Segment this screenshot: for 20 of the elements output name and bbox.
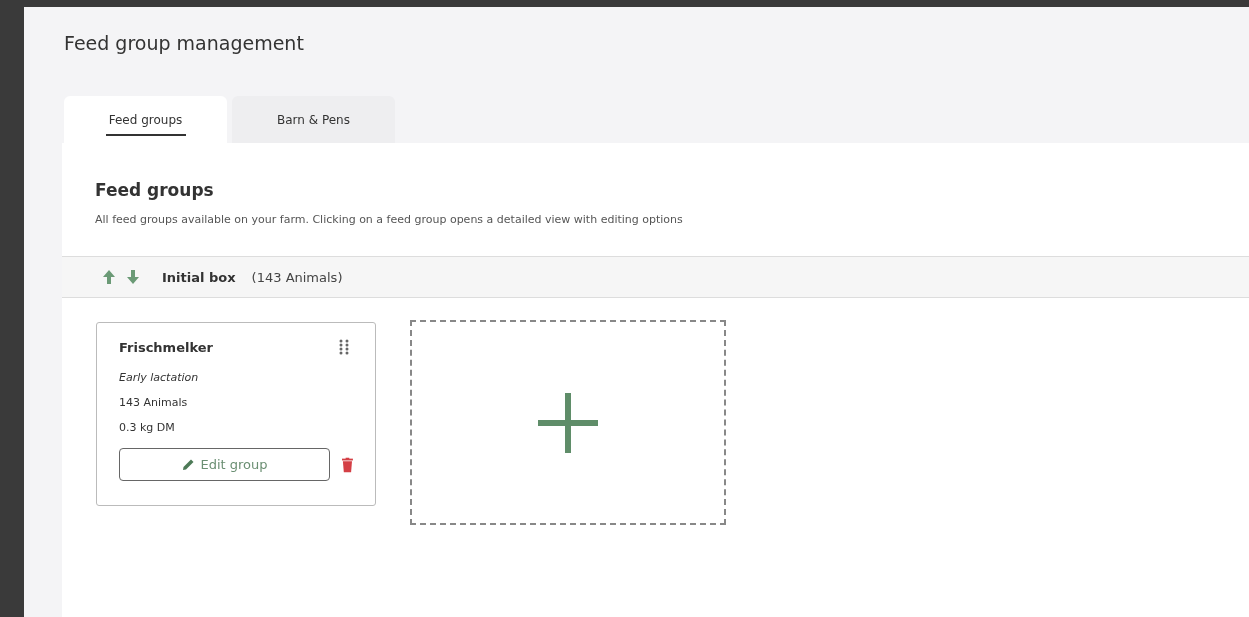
trash-icon[interactable] xyxy=(342,456,353,473)
group-name: Frischmelker xyxy=(119,339,213,355)
drag-handle-icon[interactable] xyxy=(339,339,349,355)
edit-group-button[interactable]: Edit group xyxy=(119,448,331,481)
group-card[interactable]: Frischmelker Early lactation 143 Animals 0.3 kg DM Edit group xyxy=(96,322,376,506)
arrow-up-icon[interactable] xyxy=(102,269,116,285)
add-group-tile[interactable] xyxy=(410,320,726,525)
animal-count: (143 Animals) xyxy=(251,269,343,285)
arrow-down-icon[interactable] xyxy=(126,269,140,285)
plus-icon xyxy=(538,392,598,453)
group-animals: 143 Animals xyxy=(119,396,189,409)
group-phase: Early lactation xyxy=(119,371,200,384)
pencil-icon xyxy=(181,458,195,471)
tab[interactable]: Barn & Pens xyxy=(232,96,395,143)
section-title: Feed groups xyxy=(95,180,215,200)
page-title: Feed group management xyxy=(63,31,305,56)
group-feed: 0.3 kg DM xyxy=(119,421,176,434)
tab[interactable]: Feed groups xyxy=(64,96,227,143)
section-description: All feed groups available on your farm. Clicking on a feed group opens a detailed view with editing options xyxy=(95,213,684,226)
box-name: Initial box xyxy=(162,269,236,285)
